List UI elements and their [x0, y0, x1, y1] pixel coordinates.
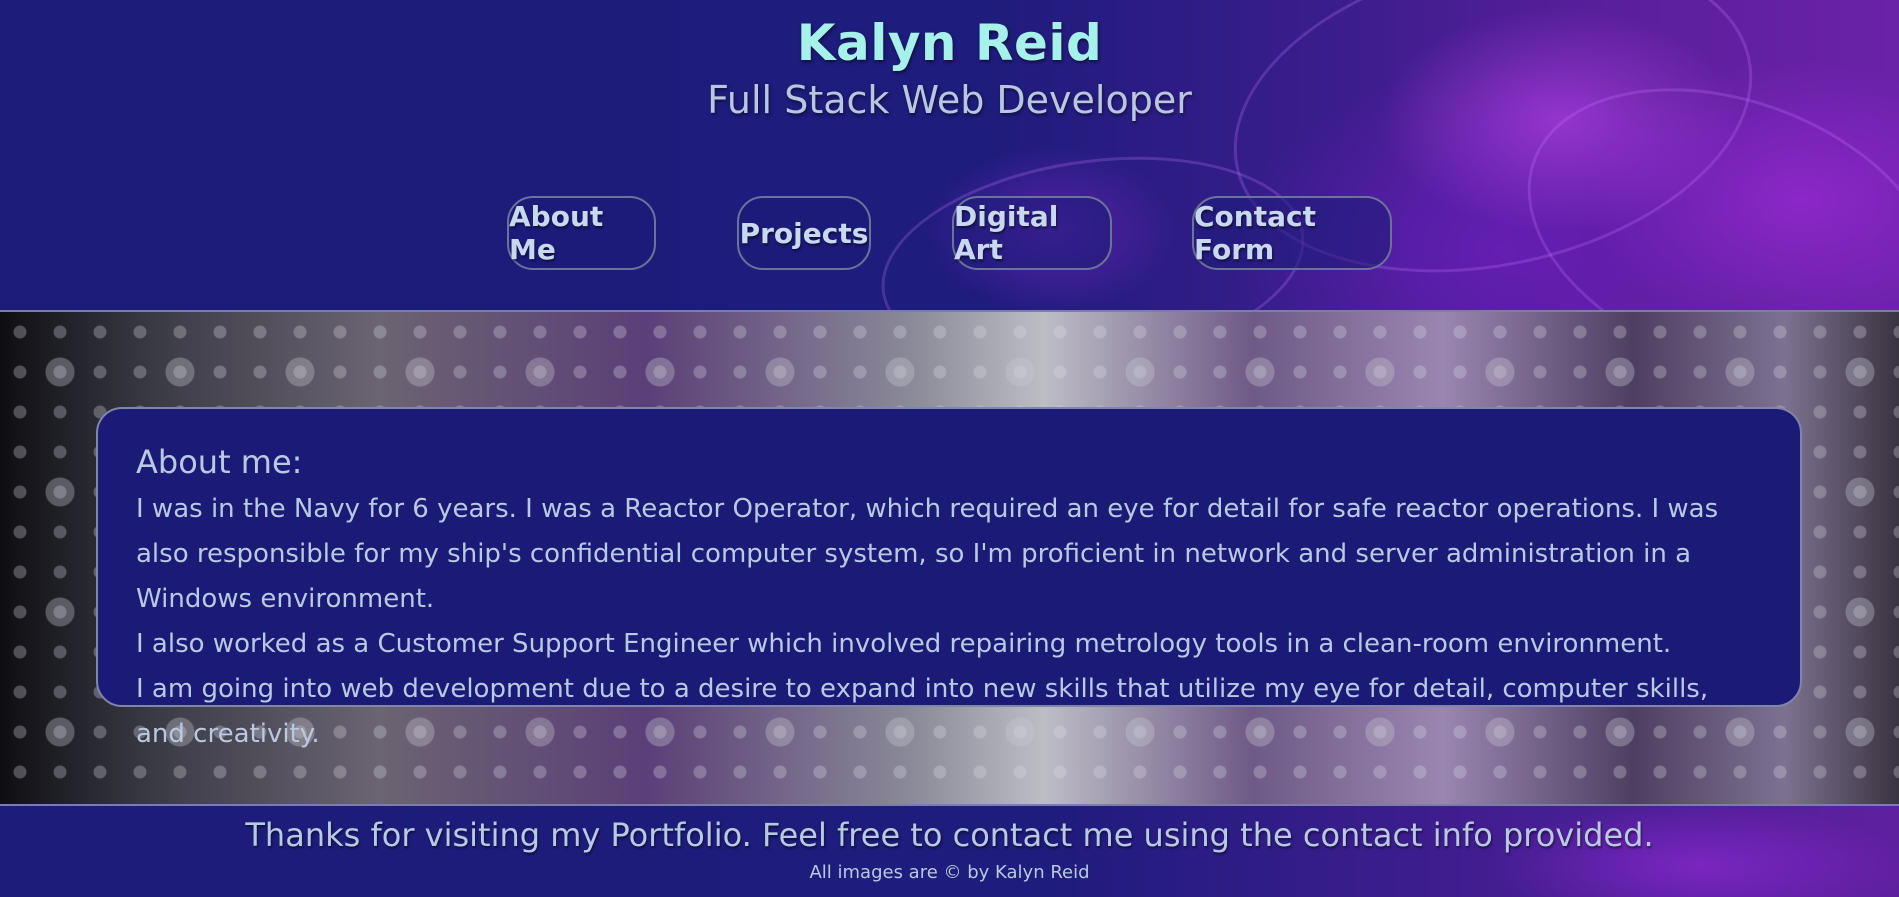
fractal-background-section: About me: I was in the Navy for 6 years.… — [0, 312, 1899, 806]
site-footer: Thanks for visiting my Portfolio. Feel f… — [0, 806, 1899, 897]
about-paragraph-navy: I was in the Navy for 6 years. I was a R… — [136, 494, 1719, 614]
footer-thanks: Thanks for visiting my Portfolio. Feel f… — [245, 816, 1654, 854]
site-subtitle: Full Stack Web Developer — [707, 78, 1192, 122]
site-title: Kalyn Reid — [796, 14, 1103, 72]
about-me-card: About me: I was in the Navy for 6 years.… — [96, 407, 1802, 749]
nav-about-me-button[interactable]: About Me — [507, 196, 656, 270]
about-paragraph-support-engineer: I also worked as a Customer Support Engi… — [136, 629, 1672, 659]
about-heading: About me: — [136, 443, 303, 481]
footer-copyright: All images are © by Kalyn Reid — [809, 862, 1090, 883]
site-header: Kalyn Reid Full Stack Web Developer Abou… — [0, 0, 1899, 312]
about-paragraph-web-dev: I am going into web development due to a… — [136, 674, 1709, 749]
nav-projects-button[interactable]: Projects — [737, 196, 871, 270]
nav-contact-form-button[interactable]: Contact Form — [1192, 196, 1392, 270]
nav-digital-art-button[interactable]: Digital Art — [952, 196, 1112, 270]
